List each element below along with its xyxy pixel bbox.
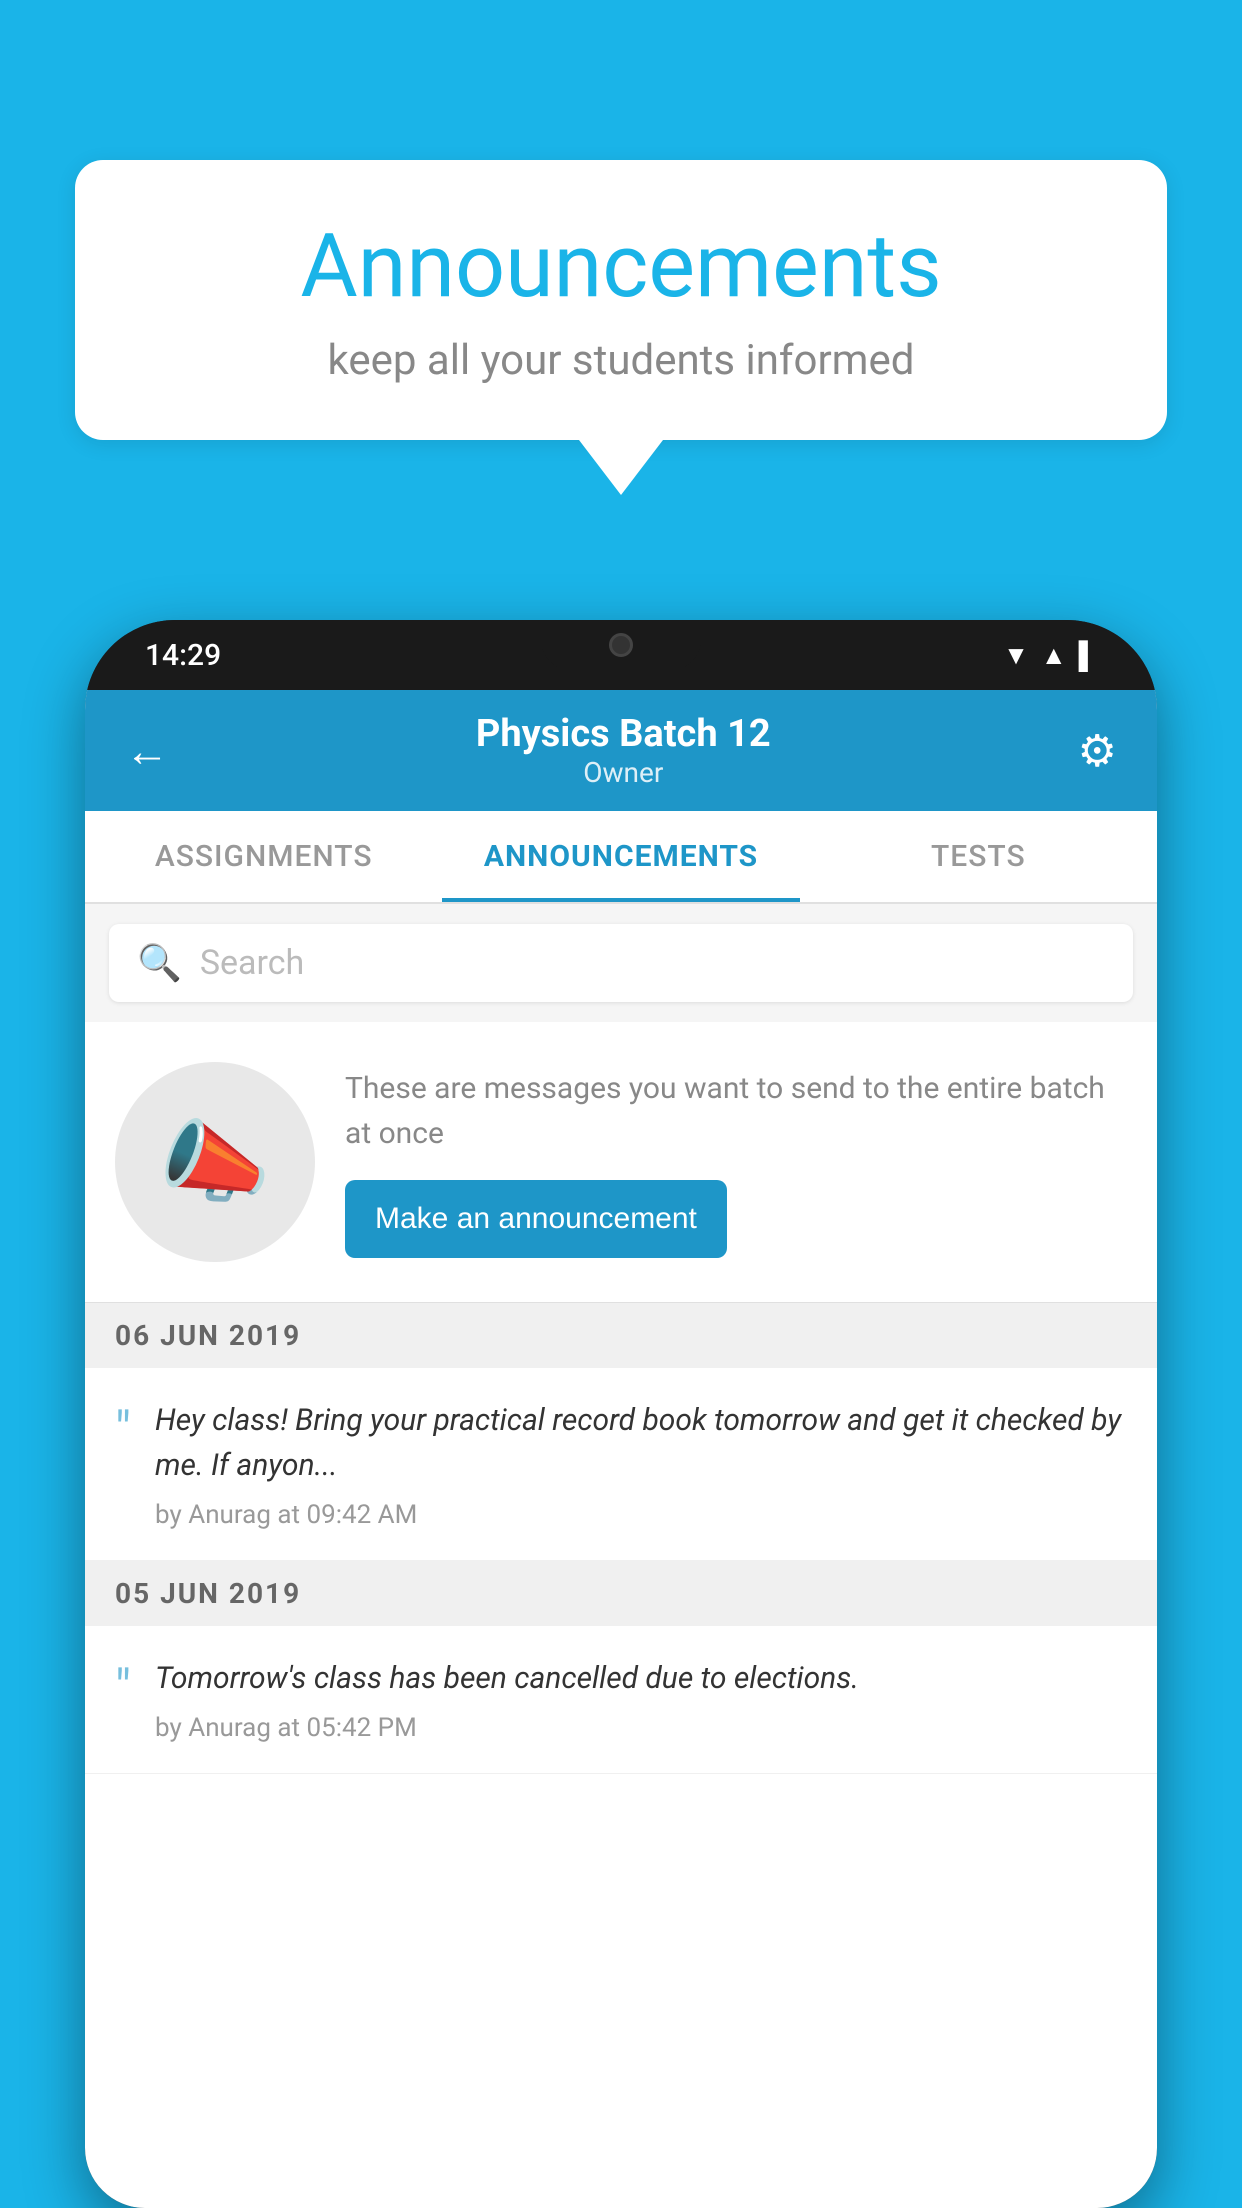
- back-button[interactable]: ←: [125, 725, 169, 777]
- tab-assignments[interactable]: ASSIGNMENTS: [85, 811, 442, 902]
- announcement-content-1: Hey class! Bring your practical record b…: [155, 1398, 1127, 1530]
- tabs-bar: ASSIGNMENTS ANNOUNCEMENTS TESTS: [85, 811, 1157, 904]
- signal-icon: ▲: [1041, 640, 1067, 671]
- status-bar: 14:29 ▼ ▲ ▌: [85, 620, 1157, 690]
- battery-icon: ▌: [1079, 640, 1097, 671]
- quote-icon-2: ": [115, 1664, 131, 1743]
- announcement-meta-2: by Anurag at 05:42 PM: [155, 1713, 1127, 1743]
- search-container: 🔍 Search: [85, 904, 1157, 1022]
- phone-notch: [541, 620, 701, 670]
- wifi-icon: ▼: [1003, 640, 1029, 671]
- empty-state-description: These are messages you want to send to t…: [345, 1066, 1127, 1156]
- announcement-item-2[interactable]: " Tomorrow's class has been cancelled du…: [85, 1626, 1157, 1774]
- phone-mockup: 14:29 ▼ ▲ ▌ ← Physics Batch 12 Owner ⚙ A…: [85, 620, 1157, 2208]
- announcement-item-1[interactable]: " Hey class! Bring your practical record…: [85, 1368, 1157, 1561]
- tab-tests[interactable]: TESTS: [800, 811, 1157, 902]
- header-title-area: Physics Batch 12 Owner: [169, 712, 1078, 789]
- make-announcement-button[interactable]: Make an announcement: [345, 1180, 727, 1258]
- status-time: 14:29: [145, 638, 221, 673]
- speech-bubble: Announcements keep all your students inf…: [75, 160, 1167, 440]
- megaphone-icon: 📣: [159, 1110, 271, 1215]
- date-label-2: 05 JUN 2019: [115, 1577, 301, 1610]
- date-separator-2: 05 JUN 2019: [85, 1561, 1157, 1626]
- speech-bubble-container: Announcements keep all your students inf…: [75, 160, 1167, 495]
- status-icons: ▼ ▲ ▌: [1003, 640, 1097, 671]
- settings-button[interactable]: ⚙: [1078, 725, 1117, 777]
- date-label-1: 06 JUN 2019: [115, 1319, 301, 1352]
- speech-bubble-title: Announcements: [135, 215, 1107, 318]
- batch-role: Owner: [169, 756, 1078, 789]
- speech-bubble-tail: [579, 440, 663, 495]
- phone-screen: ← Physics Batch 12 Owner ⚙ ASSIGNMENTS A…: [85, 690, 1157, 2208]
- search-icon: 🔍: [137, 942, 182, 984]
- date-separator-1: 06 JUN 2019: [85, 1303, 1157, 1368]
- announcement-text-1: Hey class! Bring your practical record b…: [155, 1398, 1127, 1488]
- announcement-meta-1: by Anurag at 09:42 AM: [155, 1500, 1127, 1530]
- phone-camera: [609, 633, 633, 657]
- quote-icon-1: ": [115, 1406, 131, 1530]
- speech-bubble-subtitle: keep all your students informed: [135, 336, 1107, 385]
- search-bar[interactable]: 🔍 Search: [109, 924, 1133, 1002]
- announcement-text-2: Tomorrow's class has been cancelled due …: [155, 1656, 1127, 1701]
- empty-state-content: These are messages you want to send to t…: [345, 1066, 1127, 1258]
- empty-state-section: 📣 These are messages you want to send to…: [85, 1022, 1157, 1303]
- tab-announcements[interactable]: ANNOUNCEMENTS: [442, 811, 799, 902]
- announcement-icon-circle: 📣: [115, 1062, 315, 1262]
- batch-title: Physics Batch 12: [169, 712, 1078, 756]
- app-header: ← Physics Batch 12 Owner ⚙: [85, 690, 1157, 811]
- search-placeholder: Search: [200, 943, 304, 983]
- announcement-content-2: Tomorrow's class has been cancelled due …: [155, 1656, 1127, 1743]
